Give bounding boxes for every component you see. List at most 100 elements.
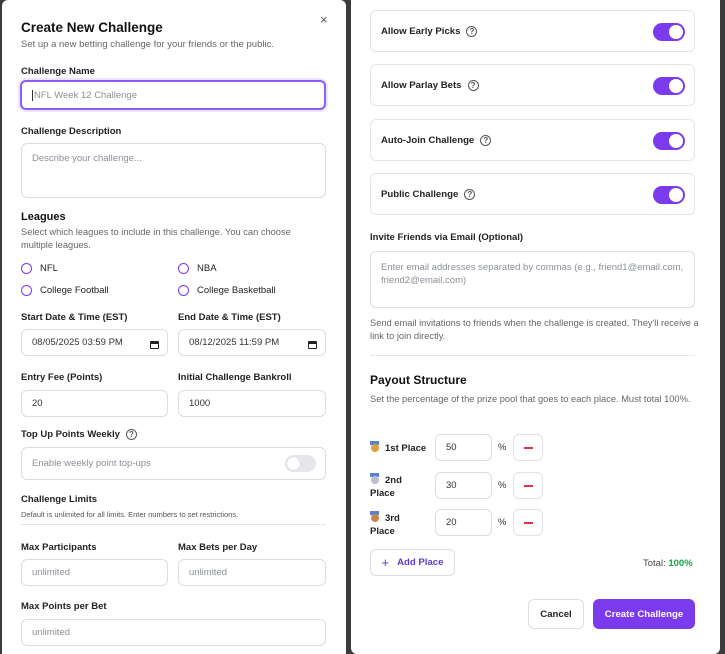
help-icon[interactable]: ? (466, 26, 478, 37)
cancel-button[interactable]: Cancel (528, 599, 584, 629)
max-participants-placeholder: unlimited (32, 567, 71, 578)
payout-help: Set the percentage of the prize pool tha… (370, 394, 691, 404)
help-icon[interactable]: ? (125, 429, 137, 440)
challenge-settings-panel: Allow Early Picks? Allow Parlay Bets? Au… (351, 0, 720, 654)
payout-input-2[interactable]: 30 (435, 472, 492, 499)
invite-email-textarea[interactable]: Enter email addresses separated by comma… (370, 251, 695, 308)
league-radio-college-football[interactable] (21, 285, 32, 296)
medal-icon (370, 473, 379, 484)
medal-icon (370, 511, 379, 522)
leagues-help: Select which leagues to include in this … (21, 227, 291, 250)
end-date-label: End Date & Time (EST) (178, 312, 281, 323)
payout-value-1: 50 (446, 442, 457, 453)
max-bets-per-day-input[interactable]: unlimited (178, 559, 326, 586)
payout-input-3[interactable]: 20 (435, 509, 492, 536)
help-icon[interactable]: ? (480, 135, 492, 146)
toggle-label-text: Allow Parlay Bets (381, 80, 462, 92)
top-up-label-text: Top Up Points Weekly (21, 429, 120, 441)
bankroll-label: Initial Challenge Bankroll (178, 372, 292, 383)
payout-input-1[interactable]: 50 (435, 434, 492, 461)
calendar-icon[interactable] (308, 341, 317, 349)
league-label-college-football: College Football (40, 285, 109, 296)
entry-fee-value: 20 (32, 398, 43, 409)
percent-sign: % (498, 517, 507, 528)
challenge-limits-help: Default is unlimited for all limits. Ent… (21, 510, 239, 519)
toggle-label-text: Auto-Join Challenge (381, 135, 475, 147)
bankroll-input[interactable]: 1000 (178, 390, 326, 417)
payout-place-label-3: 3rd Place (370, 511, 420, 538)
early-picks-toggle[interactable] (653, 23, 685, 41)
invite-help: Send email invitations to friends when t… (370, 318, 699, 341)
top-up-toggle-text: Enable weekly point top-ups (32, 458, 151, 469)
remove-place-button-2[interactable] (513, 472, 543, 499)
max-participants-input[interactable]: unlimited (21, 559, 168, 586)
create-challenge-modal: Create New Challenge Set up a new bettin… (2, 0, 346, 654)
toggle-label-text: Public Challenge (381, 189, 459, 201)
add-place-label: Add Place (397, 557, 444, 568)
help-icon[interactable]: ? (464, 189, 476, 200)
toggle-card-parlay-bets: Allow Parlay Bets? (370, 64, 695, 106)
start-date-label: Start Date & Time (EST) (21, 312, 128, 323)
payout-value-3: 20 (446, 517, 457, 528)
start-date-input[interactable]: 08/05/2025 03:59 PM (21, 329, 168, 356)
toggle-label: Allow Early Picks? (381, 26, 478, 38)
toggle-card-auto-join: Auto-Join Challenge? (370, 119, 695, 161)
leagues-title: Leagues (21, 211, 66, 223)
challenge-name-input[interactable]: NFL Week 12 Challenge (20, 80, 326, 110)
auto-join-toggle[interactable] (653, 132, 685, 150)
entry-fee-input[interactable]: 20 (21, 390, 168, 417)
challenge-name-placeholder: NFL Week 12 Challenge (32, 89, 137, 101)
max-points-per-bet-input[interactable]: unlimited (21, 619, 326, 646)
parlay-bets-toggle[interactable] (653, 77, 685, 95)
top-up-box: Enable weekly point top-ups (21, 447, 326, 480)
challenge-description-textarea[interactable]: Describe your challenge... (21, 143, 326, 198)
start-date-value: 08/05/2025 03:59 PM (32, 337, 123, 348)
toggle-label-text: Allow Early Picks (381, 26, 461, 38)
league-label-college-basketball: College Basketball (197, 285, 276, 296)
divider (370, 355, 695, 356)
toggle-label: Auto-Join Challenge? (381, 135, 492, 147)
percent-sign: % (498, 480, 507, 491)
top-up-toggle[interactable] (285, 455, 316, 472)
help-icon[interactable]: ? (467, 80, 479, 91)
entry-fee-label: Entry Fee (Points) (21, 372, 103, 383)
payout-place-label-1: 1st Place (370, 441, 426, 455)
add-place-button[interactable]: + Add Place (370, 549, 455, 576)
payout-value-2: 30 (446, 480, 457, 491)
create-challenge-button[interactable]: Create Challenge (593, 599, 695, 629)
max-bets-per-day-label: Max Bets per Day (178, 542, 258, 553)
invite-email-placeholder: Enter email addresses separated by comma… (381, 262, 684, 286)
toggle-label: Public Challenge? (381, 189, 476, 201)
percent-sign: % (498, 442, 507, 453)
toggle-card-public: Public Challenge? (370, 173, 695, 215)
challenge-name-label: Challenge Name (21, 66, 95, 77)
league-label-nfl: NFL (40, 263, 58, 274)
payout-title: Payout Structure (370, 373, 467, 387)
max-points-per-bet-label: Max Points per Bet (21, 601, 107, 612)
calendar-icon[interactable] (150, 341, 159, 349)
top-up-label: Top Up Points Weekly? (21, 429, 137, 440)
total-label: Total: (643, 558, 666, 569)
end-date-value: 08/12/2025 11:59 PM (189, 337, 280, 348)
modal-title: Create New Challenge (21, 20, 163, 35)
public-challenge-toggle[interactable] (653, 186, 685, 204)
toggle-label: Allow Parlay Bets? (381, 80, 479, 91)
challenge-limits-title: Challenge Limits (21, 494, 98, 505)
league-radio-college-basketball[interactable] (178, 285, 189, 296)
remove-place-button-3[interactable] (513, 509, 543, 536)
end-date-input[interactable]: 08/12/2025 11:59 PM (178, 329, 326, 356)
max-bets-per-day-placeholder: unlimited (189, 567, 228, 578)
challenge-description-label: Challenge Description (21, 126, 122, 137)
league-radio-nba[interactable] (178, 263, 189, 274)
plus-icon: + (381, 555, 390, 570)
total-value: 100% (668, 558, 693, 569)
divider (21, 524, 326, 525)
max-points-per-bet-placeholder: unlimited (32, 627, 71, 638)
payout-total: Total: 100% (643, 558, 693, 569)
remove-place-button-1[interactable] (513, 434, 543, 461)
close-icon[interactable]: × (320, 12, 328, 27)
league-radio-nfl[interactable] (21, 263, 32, 274)
league-label-nba: NBA (197, 263, 217, 274)
challenge-description-placeholder: Describe your challenge... (32, 153, 142, 164)
bankroll-value: 1000 (189, 398, 211, 409)
